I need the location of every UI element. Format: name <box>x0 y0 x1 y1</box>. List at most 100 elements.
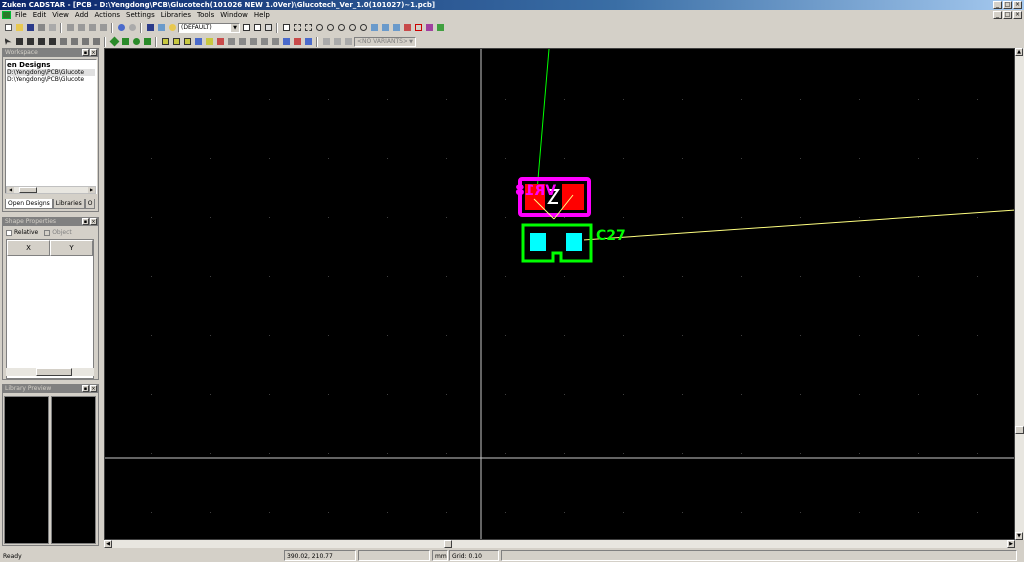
add-track-icon[interactable] <box>109 36 119 47</box>
chevron-down-icon[interactable]: ▼ <box>231 23 239 32</box>
variant-edit-icon[interactable] <box>332 37 342 47</box>
mirror-icon[interactable] <box>36 37 46 47</box>
pan-icon[interactable] <box>369 23 379 33</box>
coordinates-grid[interactable]: X Y <box>6 239 94 379</box>
add-circle-icon[interactable] <box>131 37 141 47</box>
scroll-right-icon[interactable]: ▶ <box>1007 540 1015 548</box>
cut-icon[interactable] <box>65 23 75 33</box>
new-file-icon[interactable] <box>3 23 13 33</box>
c27-pad[interactable] <box>564 231 584 253</box>
net-icon[interactable] <box>435 23 445 33</box>
copy-icon[interactable] <box>76 23 86 33</box>
print-preview-icon[interactable] <box>47 23 57 33</box>
paste-icon[interactable] <box>87 23 97 33</box>
tab-open-designs[interactable]: Open Designs <box>5 199 53 209</box>
layer-list-icon[interactable] <box>252 23 262 33</box>
pcb-drawing[interactable]: VR18 C27 <box>105 49 1015 540</box>
select-window-icon[interactable] <box>292 23 302 33</box>
add-block-icon[interactable] <box>281 37 291 47</box>
zoom-out-icon[interactable] <box>325 23 335 33</box>
column-y[interactable]: Y <box>50 240 93 256</box>
add-shape-icon[interactable] <box>120 37 130 47</box>
select-arrow-icon[interactable] <box>3 37 13 47</box>
add-via-icon[interactable] <box>182 37 192 47</box>
scroll-thumb[interactable] <box>36 368 72 376</box>
scroll-left-icon[interactable]: ◀ <box>7 187 14 193</box>
print-icon[interactable] <box>36 23 46 33</box>
scroll-left-icon[interactable]: ◀ <box>104 540 112 548</box>
c27-reference-label[interactable]: C27 <box>596 228 626 244</box>
shape-properties-hscrollbar[interactable] <box>6 368 94 376</box>
add-ratsnest-icon[interactable] <box>303 37 313 47</box>
group-icon[interactable] <box>58 37 68 47</box>
variant-select[interactable]: <NO VARIANTS> ▼ <box>354 36 416 47</box>
menu-edit[interactable]: Edit <box>33 10 47 20</box>
menu-view[interactable]: View <box>52 10 69 20</box>
measure-icon[interactable] <box>80 37 90 47</box>
add-text-icon[interactable] <box>204 37 214 47</box>
scroll-up-icon[interactable]: ▲ <box>1015 48 1023 56</box>
add-reuse-icon[interactable] <box>292 37 302 47</box>
maximize-button[interactable]: □ <box>1003 1 1012 9</box>
add-copper-icon[interactable] <box>142 37 152 47</box>
tree-item-design[interactable]: D:\Yengdong\PCB\Glucote <box>7 76 95 83</box>
add-dimension-icon[interactable] <box>215 37 225 47</box>
display-layers-icon[interactable] <box>241 23 251 33</box>
column-x[interactable]: X <box>7 240 50 256</box>
pcb-canvas[interactable]: VR18 C27 <box>104 48 1015 540</box>
close-button[interactable]: × <box>1013 1 1022 9</box>
add-jumper-icon[interactable] <box>248 37 258 47</box>
layer-bar-icon[interactable] <box>156 23 166 33</box>
save-icon[interactable] <box>25 23 35 33</box>
menu-actions[interactable]: Actions <box>94 10 120 20</box>
doc-minimize-button[interactable]: _ <box>993 11 1002 19</box>
add-template-icon[interactable] <box>226 37 236 47</box>
zoom-selection-icon[interactable] <box>358 23 368 33</box>
unlink-icon[interactable] <box>391 23 401 33</box>
workspace-hscrollbar[interactable]: ◀ ▶ <box>6 186 96 194</box>
variant-view-icon[interactable] <box>343 37 353 47</box>
undo-icon[interactable] <box>116 23 126 33</box>
panel-menu-button[interactable]: ▪ <box>82 49 89 56</box>
zoom-window-icon[interactable] <box>303 23 313 33</box>
menu-settings[interactable]: Settings <box>126 10 155 20</box>
add-figure-icon[interactable] <box>270 37 280 47</box>
scroll-thumb[interactable] <box>19 187 37 193</box>
panel-menu-button[interactable]: ▪ <box>82 218 89 225</box>
highlight-icon[interactable] <box>402 23 412 33</box>
menu-window[interactable]: Window <box>220 10 248 20</box>
canvas-vscrollbar[interactable]: ▲ ▼ <box>1015 48 1024 540</box>
context-help-icon[interactable] <box>145 23 155 33</box>
menu-tools[interactable]: Tools <box>197 10 214 20</box>
ungroup-icon[interactable] <box>69 37 79 47</box>
add-pad-icon[interactable] <box>171 37 181 47</box>
redo-icon[interactable] <box>127 23 137 33</box>
scroll-right-icon[interactable]: ▶ <box>88 187 95 193</box>
panel-close-button[interactable]: × <box>90 218 97 225</box>
design-rules-icon[interactable] <box>413 23 423 33</box>
canvas-hscrollbar[interactable]: ◀ ▶ <box>104 540 1015 548</box>
doc-restore-button[interactable]: □ <box>1003 11 1012 19</box>
component-c27[interactable]: C27 <box>521 223 626 263</box>
check-icon[interactable] <box>91 37 101 47</box>
vr18-pad[interactable] <box>562 184 584 210</box>
doc-close-button[interactable]: × <box>1013 11 1022 19</box>
link-icon[interactable] <box>380 23 390 33</box>
relative-checkbox[interactable]: Relative <box>6 229 38 236</box>
menu-add[interactable]: Add <box>75 10 89 20</box>
menu-help[interactable]: Help <box>254 10 270 20</box>
pcb-document-icon[interactable] <box>2 11 11 19</box>
align-icon[interactable] <box>47 37 57 47</box>
add-component-icon[interactable] <box>160 37 170 47</box>
scroll-thumb[interactable] <box>1015 426 1024 434</box>
c27-pad[interactable] <box>528 231 548 253</box>
add-testpoint-icon[interactable] <box>259 37 269 47</box>
zoom-all-icon[interactable] <box>336 23 346 33</box>
add-area-icon[interactable] <box>237 37 247 47</box>
redraw-icon[interactable] <box>281 23 291 33</box>
menu-file[interactable]: File <box>15 10 27 20</box>
variant-icon[interactable] <box>321 37 331 47</box>
layer-view-icon[interactable] <box>263 23 273 33</box>
object-checkbox[interactable]: Object <box>44 229 72 236</box>
vr18-reference-label[interactable]: VR18 <box>515 183 556 199</box>
